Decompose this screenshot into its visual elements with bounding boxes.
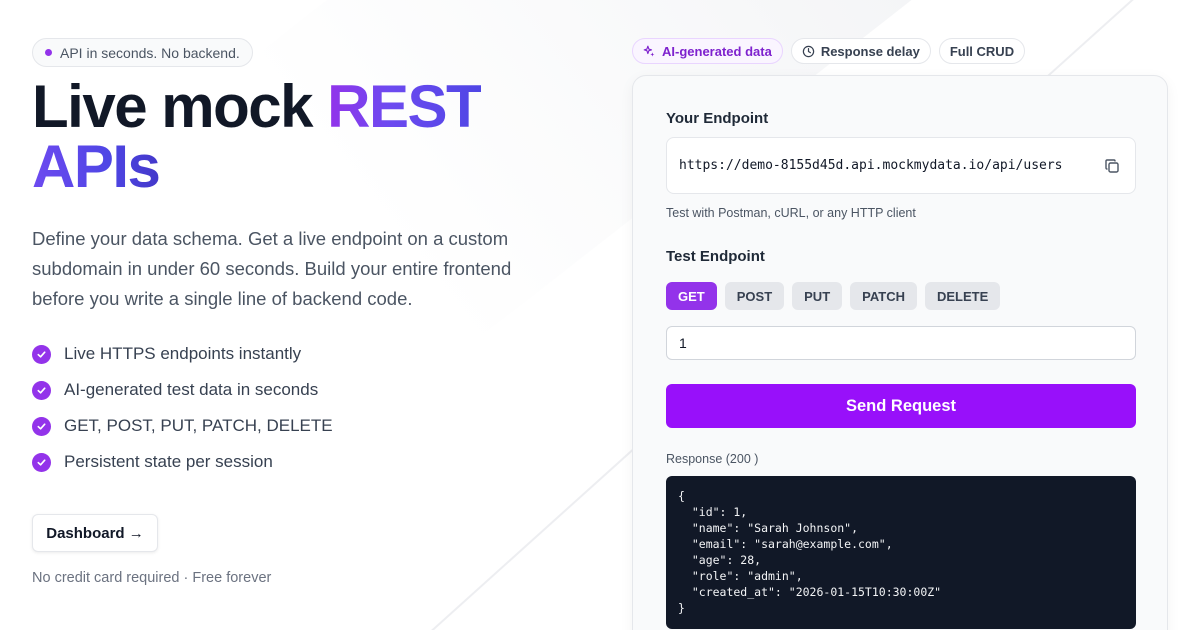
sparkles-icon <box>643 45 655 57</box>
cta-note: No credit card required · Free forever <box>32 570 272 586</box>
feature-item: Persistent state per session <box>32 444 572 480</box>
method-get-button[interactable]: GET <box>666 282 717 310</box>
feature-text: Persistent state per session <box>64 452 273 471</box>
feature-tags: AI-generated data Response delay Full CR… <box>632 38 1026 64</box>
feature-item: GET, POST, PUT, PATCH, DELETE <box>32 408 572 444</box>
ai-data-tag-label: AI-generated data <box>662 43 772 59</box>
hero-badge: API in seconds. No backend. <box>32 38 253 67</box>
feature-item: AI-generated test data in seconds <box>32 372 572 408</box>
method-patch-button[interactable]: PATCH <box>850 282 917 310</box>
method-delete-button[interactable]: DELETE <box>925 282 1001 310</box>
hero-title-line2: APIs <box>32 133 161 200</box>
hero-title-part1: Live mock <box>32 73 328 140</box>
response-delay-tag-label: Response delay <box>820 43 920 59</box>
endpoint-label: Your Endpoint <box>666 110 769 127</box>
check-circle-icon <box>32 344 51 364</box>
dot-icon <box>45 49 52 56</box>
hero-description: Define your data schema. Get a live endp… <box>32 228 512 309</box>
feature-list: Live HTTPS endpoints instantly AI-genera… <box>32 336 572 480</box>
clock-icon <box>802 45 815 57</box>
test-endpoint-label: Test Endpoint <box>666 248 765 265</box>
copy-icon[interactable] <box>1101 155 1123 177</box>
endpoint-hint: Test with Postman, cURL, or any HTTP cli… <box>666 206 916 220</box>
endpoint-url-box: https://demo-8155d45d.api.mockmydata.io/… <box>666 137 1136 194</box>
ai-data-tag: AI-generated data <box>632 38 783 64</box>
feature-item: Live HTTPS endpoints instantly <box>32 336 572 372</box>
feature-text: Live HTTPS endpoints instantly <box>64 344 302 363</box>
endpoint-url[interactable]: https://demo-8155d45d.api.mockmydata.io/… <box>679 158 1101 173</box>
dashboard-button[interactable]: Dashboard → <box>32 514 158 552</box>
check-circle-icon <box>32 380 51 400</box>
feature-text: AI-generated test data in seconds <box>64 380 319 399</box>
hero-title: Live mock REST APIs <box>32 77 572 197</box>
full-crud-tag: Full CRUD <box>938 38 1026 64</box>
feature-text: GET, POST, PUT, PATCH, DELETE <box>64 416 333 435</box>
full-crud-tag-label: Full CRUD <box>949 43 1015 59</box>
method-selector: GET POST PUT PATCH DELETE <box>666 282 1001 310</box>
hero-badge-text: API in seconds. No backend. <box>60 44 240 61</box>
check-circle-icon <box>32 452 51 472</box>
method-post-button[interactable]: POST <box>724 282 785 310</box>
response-body: { "id": 1, "name": "Sarah Johnson", "ema… <box>666 476 1136 629</box>
method-put-button[interactable]: PUT <box>792 282 843 310</box>
record-id-input[interactable] <box>666 326 1136 360</box>
hero-section: API in seconds. No backend. Live mock RE… <box>32 38 572 586</box>
response-delay-tag: Response delay <box>790 38 931 64</box>
check-circle-icon <box>32 416 51 436</box>
response-status-label: Response (200 ) <box>666 452 759 466</box>
endpoint-card: Your Endpoint https://demo-8155d45d.api.… <box>632 75 1168 630</box>
send-request-button[interactable]: Send Request <box>666 384 1136 428</box>
hero-title-part2: REST <box>327 73 483 140</box>
